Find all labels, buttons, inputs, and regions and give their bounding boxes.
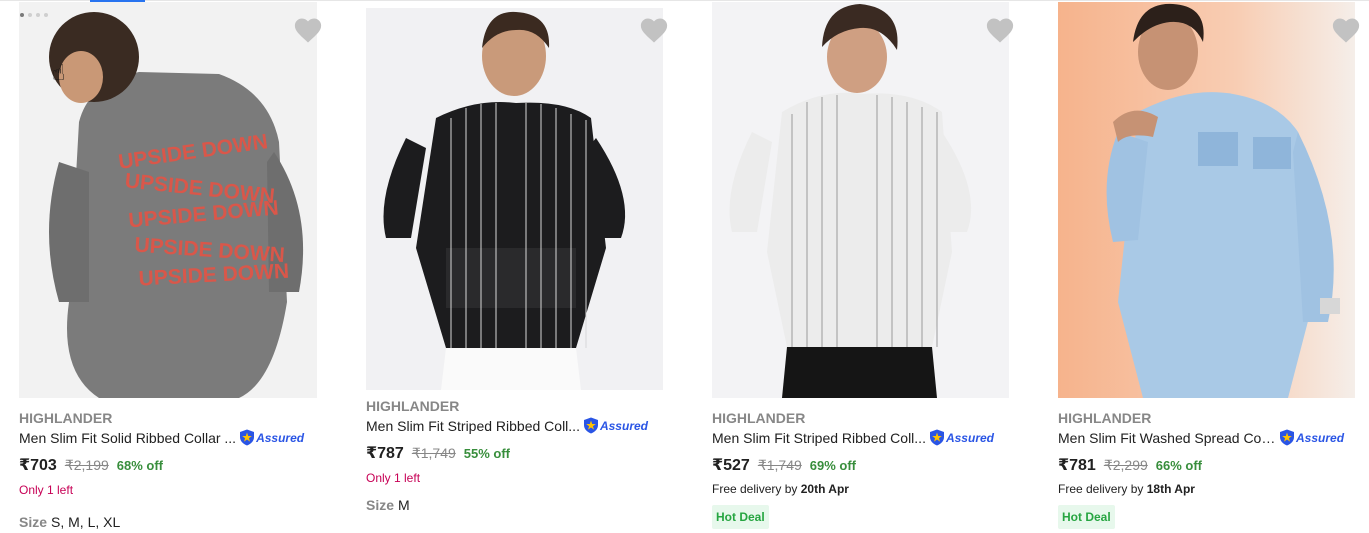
shield-icon	[1280, 429, 1294, 446]
product-image[interactable]	[366, 8, 663, 390]
heart-icon[interactable]	[1331, 16, 1361, 44]
assured-label: Assured	[599, 418, 648, 433]
top-divider	[0, 0, 1369, 1]
product-mrp: ₹2,199	[64, 457, 109, 473]
product-brand: HIGHLANDER	[1058, 410, 1152, 426]
product-discount: 55% off	[463, 446, 511, 461]
assured-badge: Assured	[239, 429, 304, 446]
assured-label: Assured	[1296, 430, 1345, 445]
stock-status: Only 1 left	[19, 483, 74, 497]
delivery-prefix: Free delivery by	[712, 482, 798, 496]
product-brand: HIGHLANDER	[366, 398, 460, 414]
carousel-dot[interactable]	[36, 13, 40, 17]
product-price: ₹703	[19, 457, 57, 474]
product-title[interactable]: Men Slim Fit Washed Spread Col...	[1058, 430, 1276, 446]
product-mrp: ₹1,749	[411, 445, 456, 461]
carousel-dots[interactable]	[20, 13, 48, 17]
product-image[interactable]	[1058, 2, 1355, 398]
product-price: ₹781	[1058, 457, 1096, 474]
product-grid: UPSIDE DOWN UPSIDE DOWN UPSIDE DOWN UPSI…	[0, 2, 1369, 533]
assured-label: Assured	[945, 430, 994, 445]
stock-status: Only 1 left	[366, 471, 421, 485]
carousel-dot[interactable]	[20, 13, 24, 17]
heart-icon[interactable]	[293, 16, 323, 44]
assured-badge: Assured	[929, 429, 994, 446]
size-info: Size M	[366, 497, 410, 513]
product-title[interactable]: Men Slim Fit Solid Ribbed Collar ...	[19, 430, 236, 446]
delivery-info: Free delivery by 20th Apr	[712, 482, 849, 496]
size-label: Size	[19, 514, 48, 530]
shield-icon	[929, 429, 944, 446]
size-label: Size	[366, 497, 395, 513]
hand-pointer-icon: ☝	[52, 60, 66, 85]
product-card[interactable]: HIGHLANDER Men Slim Fit Striped Ribbed C…	[692, 2, 1038, 533]
hot-deal-badge: Hot Deal	[1058, 505, 1115, 529]
product-mrp: ₹2,299	[1103, 457, 1148, 473]
size-values: M	[398, 497, 410, 513]
hot-deal-badge: Hot Deal	[712, 505, 769, 529]
product-card[interactable]: UPSIDE DOWN UPSIDE DOWN UPSIDE DOWN UPSI…	[0, 2, 346, 533]
assured-badge: Assured	[1279, 429, 1344, 446]
product-discount: 68% off	[116, 458, 164, 473]
delivery-date: 20th Apr	[800, 482, 849, 496]
heart-icon[interactable]	[985, 16, 1015, 44]
assured-label: Assured	[256, 430, 305, 445]
size-values: S, M, L, XL	[51, 514, 121, 530]
product-price: ₹787	[366, 445, 404, 462]
shield-icon	[240, 429, 255, 446]
product-discount: 66% off	[1155, 458, 1203, 473]
product-card[interactable]: HIGHLANDER Men Slim Fit Striped Ribbed C…	[346, 2, 692, 533]
shield-icon	[583, 417, 598, 434]
size-info: Size S, M, L, XL	[19, 514, 120, 530]
product-mrp: ₹1,749	[757, 457, 802, 473]
product-image[interactable]	[712, 2, 1009, 398]
delivery-info: Free delivery by 18th Apr	[1058, 482, 1195, 496]
product-card[interactable]: HIGHLANDER Men Slim Fit Washed Spread Co…	[1038, 2, 1369, 533]
delivery-prefix: Free delivery by	[1058, 482, 1144, 496]
product-title[interactable]: Men Slim Fit Striped Ribbed Coll...	[712, 430, 926, 446]
delivery-date: 18th Apr	[1146, 482, 1195, 496]
heart-icon[interactable]	[639, 16, 669, 44]
product-brand: HIGHLANDER	[19, 410, 113, 426]
carousel-dot[interactable]	[44, 13, 48, 17]
product-price: ₹527	[712, 457, 750, 474]
assured-badge: Assured	[583, 417, 648, 434]
product-title[interactable]: Men Slim Fit Striped Ribbed Coll...	[366, 418, 580, 434]
product-brand: HIGHLANDER	[712, 410, 806, 426]
product-discount: 69% off	[809, 458, 857, 473]
carousel-dot[interactable]	[28, 13, 32, 17]
